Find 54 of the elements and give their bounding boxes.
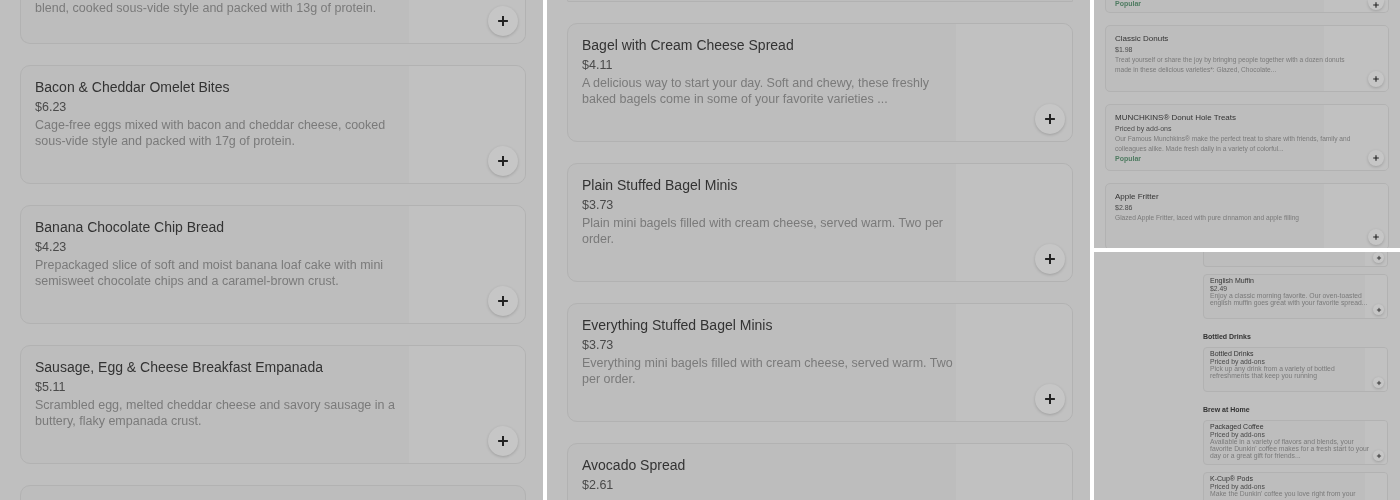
plus-icon — [1043, 392, 1057, 406]
menu-item-card[interactable]: Plain Stuffed Bagel Minis $3.73 Plain mini bagels filled with cream cheese, served warm. Two per order. — [567, 163, 1073, 282]
add-button[interactable] — [1373, 252, 1384, 263]
item-price: $2.61 — [582, 477, 615, 494]
item-description: Prepackaged slice of soft and moist banana loaf cake with mini semisweet chocolate chips and a caramel-brown crust. — [35, 257, 385, 289]
menu-item-card[interactable]: Bacon & Cheddar Omelet Bites $6.23 Cage-free eggs mixed with bacon and cheddar cheese, cooked sous-vide style and packed with 17g of protein. — [20, 65, 526, 184]
item-price: $3.73 — [582, 337, 615, 354]
image-area — [1365, 275, 1387, 318]
item-title: Everything Stuffed Bagel Minis — [582, 316, 774, 335]
item-description: A delicious way to start your day. Soft and chewy, these freshly baked bagels come in some of your favorite varieties ... — [582, 75, 930, 107]
item-price: $4.23 — [35, 239, 68, 256]
image-area — [1365, 348, 1387, 391]
item-description: Cage-free eggs mixed with bacon and cheddar cheese, cooked sous-vide style and packed with 17g of protein. — [35, 117, 387, 149]
menu-item-card[interactable]: Everything Stuffed Bagel Minis $3.73 Everything mini bagels filled with cream cheese, served warm. Two per order. — [567, 303, 1073, 422]
item-description: Scrambled egg, melted cheddar cheese and savory sausage in a buttery, flaky empanada crust. — [35, 397, 396, 429]
item-title: Avocado Spread — [582, 456, 687, 475]
add-button[interactable] — [1368, 0, 1384, 10]
item-price: $4.11 — [582, 57, 614, 74]
item-title: Plain Stuffed Bagel Minis — [582, 176, 739, 195]
plus-icon — [1372, 233, 1380, 241]
plus-icon — [496, 154, 510, 168]
plus-icon — [1375, 452, 1382, 459]
plus-icon — [1043, 252, 1057, 266]
item-price: $5.11 — [35, 379, 67, 396]
menu-item-card[interactable]: Bagel with Cream Cheese Spread $4.11 A delicious way to start your day. Soft and chewy, these freshly baked bagels come in some of your favorite varieties ... — [567, 23, 1073, 142]
item-description: Everything mini bagels filled with cream cheese, served warm. Two per order. — [582, 355, 954, 387]
plus-icon — [496, 434, 510, 448]
plus-icon — [496, 14, 510, 28]
image-area — [1324, 26, 1388, 91]
item-title: Banana Chocolate Chip Bread — [35, 218, 226, 237]
item-description: Plain mini bagels filled with cream cheese, served warm. Two per order. — [582, 215, 945, 247]
plus-icon — [1043, 112, 1057, 126]
item-title: Sausage, Egg & Cheese Breakfast Empanada — [35, 358, 324, 377]
item-price: $6.23 — [35, 99, 68, 116]
item-title: Classic Donuts — [1115, 33, 1170, 44]
menu-item-card[interactable]: Avocado Spread $2.61 — [567, 443, 1073, 500]
plus-icon — [1375, 379, 1382, 386]
plus-icon — [1372, 154, 1380, 162]
add-button[interactable] — [1373, 304, 1384, 315]
item-title: Bagel with Cream Cheese Spread — [582, 36, 795, 55]
plus-icon — [496, 294, 510, 308]
plus-icon — [1372, 1, 1380, 9]
item-title: Apple Fritter — [1115, 191, 1160, 202]
plus-icon — [1375, 306, 1382, 313]
item-description: blend, cooked sous-vide style and packed with 13g of protein. — [35, 0, 378, 16]
plus-icon — [1372, 75, 1380, 83]
item-title: MUNCHKINS® Donut Hole Treats — [1115, 112, 1238, 123]
item-price: $3.73 — [582, 197, 615, 214]
plus-icon — [1375, 254, 1382, 261]
add-button[interactable] — [1373, 377, 1384, 388]
item-title: Bacon & Cheddar Omelet Bites — [35, 78, 231, 97]
menu-item-card[interactable]: Banana Chocolate Chip Bread $4.23 Prepackaged slice of soft and moist banana loaf cake with mini semisweet chocolate chips and a caramel-brown crust. — [20, 205, 526, 324]
add-button[interactable] — [1373, 450, 1384, 461]
menu-item-card[interactable]: Sausage, Egg & Cheese Breakfast Empanada $5.11 Scrambled egg, melted cheddar cheese and savory sausage in a buttery, flaky empanada crust. — [20, 345, 526, 464]
